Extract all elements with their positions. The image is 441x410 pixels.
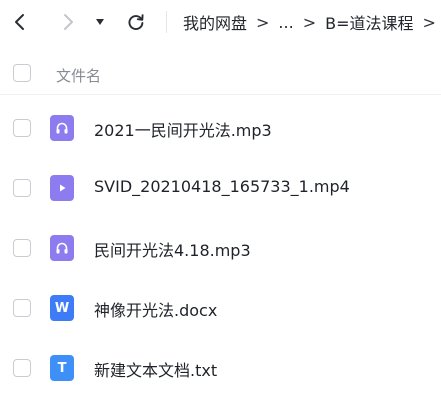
chevron-left-icon <box>15 14 24 30</box>
select-all-checkbox[interactable] <box>13 64 31 82</box>
play-icon <box>50 175 74 201</box>
breadcrumb-separator: > <box>422 12 436 32</box>
caret-down-icon <box>96 19 104 25</box>
file-checkbox[interactable] <box>13 299 31 317</box>
file-row[interactable]: W 神像开光法.docx <box>0 278 441 338</box>
headphones-icon <box>50 115 74 141</box>
file-name[interactable]: 2021一民间开光法.mp3 <box>94 117 272 141</box>
file-row[interactable]: 民间开光法4.18.mp3 <box>0 218 441 278</box>
chevron-right-icon <box>64 14 73 30</box>
file-name[interactable]: 新建文本文档.txt <box>94 357 217 381</box>
history-dropdown[interactable] <box>93 10 107 34</box>
file-checkbox[interactable] <box>13 359 31 377</box>
breadcrumb: 我的网盘 > ... > B=道法课程 > <box>183 0 441 44</box>
file-name[interactable]: 民间开光法4.18.mp3 <box>94 237 251 261</box>
file-name[interactable]: 神像开光法.docx <box>94 297 217 321</box>
breadcrumb-separator: > <box>256 12 270 32</box>
file-row[interactable]: 2021一民间开光法.mp3 <box>0 98 441 158</box>
breadcrumb-current[interactable]: B=道法课程 <box>325 10 413 34</box>
file-checkbox[interactable] <box>13 179 31 197</box>
file-row[interactable]: T 新建文本文档.txt <box>0 338 441 398</box>
toolbar: 我的网盘 > ... > B=道法课程 > <box>0 0 441 44</box>
file-checkbox[interactable] <box>13 239 31 257</box>
text-doc-icon-letter: T <box>57 360 67 376</box>
headphones-icon <box>50 235 74 261</box>
file-checkbox[interactable] <box>13 119 31 137</box>
word-doc-icon: W <box>50 295 74 321</box>
list-header: 文件名 <box>0 56 441 90</box>
breadcrumb-separator: > <box>302 12 317 32</box>
breadcrumb-ellipsis[interactable]: ... <box>278 13 293 32</box>
header-divider <box>0 94 441 95</box>
refresh-button[interactable] <box>124 10 148 34</box>
file-name[interactable]: SVID_20210418_165733_1.mp4 <box>94 177 350 196</box>
forward-button[interactable] <box>56 10 80 34</box>
toolbar-divider <box>166 11 167 33</box>
refresh-icon <box>128 14 144 30</box>
breadcrumb-root[interactable]: 我的网盘 <box>183 10 247 34</box>
word-doc-icon-letter: W <box>54 300 70 316</box>
file-row[interactable]: SVID_20210418_165733_1.mp4 <box>0 158 441 218</box>
text-doc-icon: T <box>50 355 74 381</box>
back-button[interactable] <box>8 10 32 34</box>
column-header-filename[interactable]: 文件名 <box>56 65 101 86</box>
